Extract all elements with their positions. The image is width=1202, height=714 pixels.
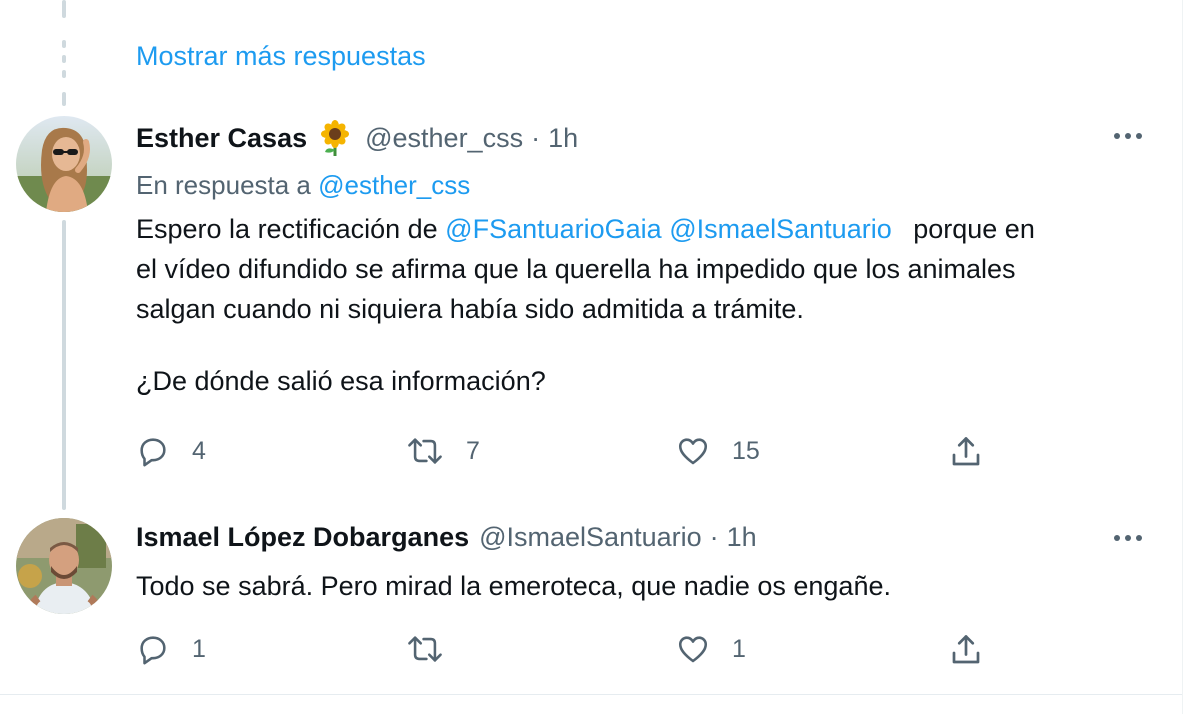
thread-dot xyxy=(62,70,66,78)
tweet-text-segment: porque en xyxy=(913,214,1035,244)
like-button[interactable]: 1 xyxy=(676,632,746,666)
tweet-time[interactable]: 1h xyxy=(727,522,757,553)
more-icon xyxy=(1114,535,1142,541)
panel-border xyxy=(1182,0,1183,714)
share-button[interactable] xyxy=(948,434,984,470)
retweet-icon xyxy=(408,438,442,464)
reply-count: 4 xyxy=(192,436,206,465)
like-count: 15 xyxy=(732,436,760,465)
more-options-button[interactable] xyxy=(1108,518,1148,558)
tweet-header: Esther Casas @esther_css · 1h xyxy=(136,120,578,156)
retweet-button[interactable] xyxy=(406,632,466,666)
thread-line-upper xyxy=(62,92,66,106)
mention-link[interactable]: @FSantuarioGaia xyxy=(445,214,662,244)
sunflower-emoji xyxy=(317,120,353,156)
retweet-icon xyxy=(408,636,442,662)
tweet-time[interactable]: 1h xyxy=(548,123,578,154)
author-handle[interactable]: @esther_css xyxy=(365,123,523,154)
retweet-count: 7 xyxy=(466,436,480,465)
retweet-button[interactable]: 7 xyxy=(406,434,480,468)
thread-dot xyxy=(62,55,66,63)
reply-count: 1 xyxy=(192,634,206,663)
thread-line-top xyxy=(62,0,66,18)
reply-prefix: En respuesta a xyxy=(136,170,311,200)
avatar[interactable] xyxy=(16,518,112,614)
reply-icon xyxy=(140,438,166,467)
separator-dot: · xyxy=(531,122,541,153)
like-count: 1 xyxy=(732,634,746,663)
share-icon xyxy=(952,437,980,466)
reply-button[interactable]: 4 xyxy=(136,434,206,468)
author-name[interactable]: Esther Casas xyxy=(136,123,307,154)
mention-link[interactable]: @IsmaelSantuario xyxy=(669,214,892,244)
tweet-line: ¿De dónde salió esa información? xyxy=(136,366,546,396)
tweet-line: el vídeo difundido se afirma que la quer… xyxy=(136,254,1016,284)
heart-icon xyxy=(678,438,708,465)
more-icon xyxy=(1114,133,1142,139)
divider xyxy=(0,694,1182,695)
tweet-header: Ismael López Dobarganes @IsmaelSantuario… xyxy=(136,522,757,553)
tweet-line: salgan cuando ni siquiera había sido adm… xyxy=(136,294,804,324)
reply-icon xyxy=(140,636,166,665)
show-more-replies-link[interactable]: Mostrar más respuestas xyxy=(136,41,426,72)
reply-button[interactable]: 1 xyxy=(136,632,206,666)
tweet-line: Espero la rectificación de @FSantuarioGa… xyxy=(136,209,1156,249)
tweet-text: Espero la rectificación de @FSantuarioGa… xyxy=(136,209,1156,401)
like-button[interactable]: 15 xyxy=(676,434,760,468)
reply-to-handle-link[interactable]: @esther_css xyxy=(318,170,470,200)
thread-line xyxy=(62,220,66,510)
heart-icon xyxy=(678,636,708,663)
author-name[interactable]: Ismael López Dobarganes xyxy=(136,522,469,553)
more-options-button[interactable] xyxy=(1108,116,1148,156)
share-button[interactable] xyxy=(948,632,984,668)
share-icon xyxy=(952,635,980,664)
separator-dot: · xyxy=(709,522,719,552)
tweet-text: Todo se sabrá. Pero mirad la emeroteca, … xyxy=(136,571,891,601)
author-handle[interactable]: @IsmaelSantuario xyxy=(479,522,702,553)
tweet-text-segment: Espero la rectificación de xyxy=(136,214,438,244)
thread-dot xyxy=(62,40,66,48)
reply-context: En respuesta a @esther_css xyxy=(136,170,470,201)
avatar[interactable] xyxy=(16,116,112,212)
